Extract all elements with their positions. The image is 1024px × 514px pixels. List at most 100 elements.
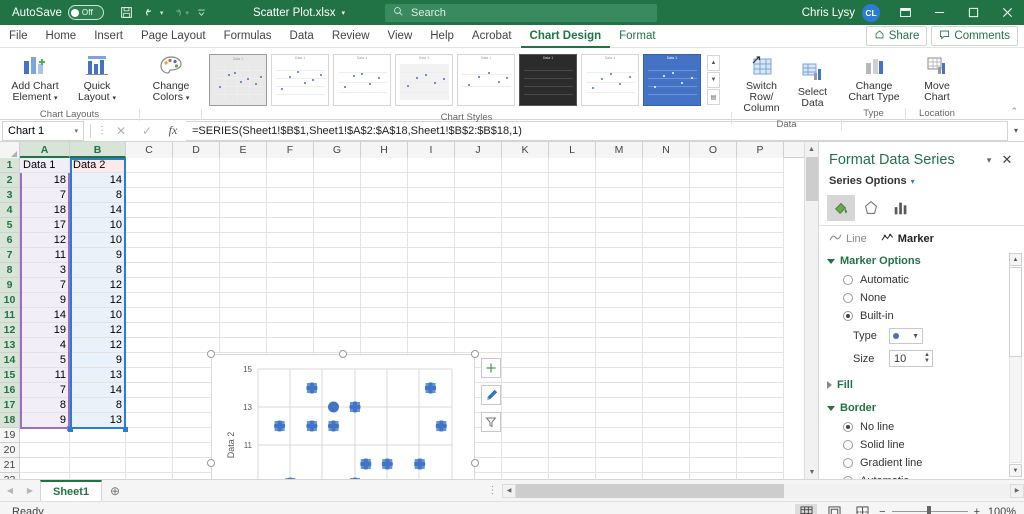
cell-b4[interactable]: 14 bbox=[70, 203, 126, 218]
cell-c15[interactable] bbox=[126, 368, 173, 383]
chart-style-5[interactable]: Data 1 bbox=[457, 54, 515, 106]
cell-e3[interactable] bbox=[220, 188, 267, 203]
cell-b18[interactable]: 13 bbox=[70, 413, 126, 428]
cell-o12[interactable] bbox=[690, 323, 737, 338]
tab-chart-design[interactable]: Chart Design bbox=[520, 25, 611, 48]
cell-p14[interactable] bbox=[737, 353, 784, 368]
cell-g10[interactable] bbox=[314, 293, 361, 308]
cell-g1[interactable] bbox=[314, 158, 361, 173]
cell-a7[interactable]: 11 bbox=[20, 248, 70, 263]
cell-l16[interactable] bbox=[549, 383, 596, 398]
cell-d3[interactable] bbox=[173, 188, 220, 203]
cell-p4[interactable] bbox=[737, 203, 784, 218]
cell-i5[interactable] bbox=[408, 218, 455, 233]
border-option-automatic[interactable]: Automatic bbox=[819, 472, 1024, 479]
column-header-m[interactable]: M bbox=[596, 142, 643, 158]
cell-m14[interactable] bbox=[596, 353, 643, 368]
cell-o5[interactable] bbox=[690, 218, 737, 233]
row-header-11[interactable]: 11 bbox=[0, 308, 20, 323]
cell-a21[interactable] bbox=[20, 458, 70, 473]
row-header-2[interactable]: 2 bbox=[0, 173, 20, 188]
user-name[interactable]: Chris Lysy bbox=[802, 7, 855, 19]
cell-n20[interactable] bbox=[643, 443, 690, 458]
cell-n13[interactable] bbox=[643, 338, 690, 353]
redo-dropdown-icon[interactable]: ▾ bbox=[185, 9, 189, 17]
task-pane-scrollbar[interactable]: ▲ ▼ bbox=[1009, 253, 1022, 477]
change-colors-button[interactable]: Change Colors ▾ bbox=[144, 50, 198, 107]
zoom-slider[interactable]: − + bbox=[879, 506, 980, 514]
cell-f9[interactable] bbox=[267, 278, 314, 293]
zoom-level[interactable]: 100% bbox=[986, 506, 1016, 514]
chart-style-4[interactable]: Data 1 bbox=[395, 54, 453, 106]
cell-k10[interactable] bbox=[502, 293, 549, 308]
cell-m2[interactable] bbox=[596, 173, 643, 188]
cell-n9[interactable] bbox=[643, 278, 690, 293]
column-header-c[interactable]: C bbox=[126, 142, 173, 158]
cell-a13[interactable]: 4 bbox=[20, 338, 70, 353]
minimize-button[interactable] bbox=[922, 0, 956, 25]
cell-f4[interactable] bbox=[267, 203, 314, 218]
tab-review[interactable]: Review bbox=[323, 25, 379, 48]
cell-c4[interactable] bbox=[126, 203, 173, 218]
cell-c20[interactable] bbox=[126, 443, 173, 458]
cell-b17[interactable]: 8 bbox=[70, 398, 126, 413]
zoom-in-button[interactable]: + bbox=[974, 506, 980, 514]
cell-h11[interactable] bbox=[361, 308, 408, 323]
close-button[interactable] bbox=[990, 0, 1024, 25]
cell-o10[interactable] bbox=[690, 293, 737, 308]
add-chart-element-button[interactable]: Add Chart Element ▾ bbox=[4, 50, 66, 107]
cell-e8[interactable] bbox=[220, 263, 267, 278]
cell-j2[interactable] bbox=[455, 173, 502, 188]
cell-l12[interactable] bbox=[549, 323, 596, 338]
gallery-scroll-down-icon[interactable]: ▼ bbox=[707, 72, 720, 88]
cell-n15[interactable] bbox=[643, 368, 690, 383]
cell-h9[interactable] bbox=[361, 278, 408, 293]
cell-h3[interactable] bbox=[361, 188, 408, 203]
cell-o7[interactable] bbox=[690, 248, 737, 263]
cell-j13[interactable] bbox=[455, 338, 502, 353]
cell-m12[interactable] bbox=[596, 323, 643, 338]
column-header-f[interactable]: F bbox=[267, 142, 314, 158]
cell-g2[interactable] bbox=[314, 173, 361, 188]
cell-k21[interactable] bbox=[502, 458, 549, 473]
cell-m17[interactable] bbox=[596, 398, 643, 413]
chart-styles-brush-icon[interactable] bbox=[481, 385, 501, 405]
chart-resize-handle-tr[interactable] bbox=[471, 350, 479, 358]
tab-file[interactable]: File bbox=[0, 25, 37, 48]
cell-a19[interactable] bbox=[20, 428, 70, 443]
horizontal-scrollbar-thumb[interactable] bbox=[516, 483, 784, 498]
chart-elements-plus-icon[interactable] bbox=[481, 358, 501, 378]
tab-home[interactable]: Home bbox=[37, 25, 86, 48]
cell-n18[interactable] bbox=[643, 413, 690, 428]
cell-o2[interactable] bbox=[690, 173, 737, 188]
cell-n11[interactable] bbox=[643, 308, 690, 323]
cell-j11[interactable] bbox=[455, 308, 502, 323]
cell-i4[interactable] bbox=[408, 203, 455, 218]
autosave-control[interactable]: AutoSave Off bbox=[12, 5, 104, 20]
row-header-16[interactable]: 16 bbox=[0, 383, 20, 398]
series-options-chevron-down-icon[interactable]: ▾ bbox=[911, 177, 915, 186]
radio-none[interactable] bbox=[843, 293, 853, 303]
cell-d1[interactable] bbox=[173, 158, 220, 173]
cell-p18[interactable] bbox=[737, 413, 784, 428]
cell-j8[interactable] bbox=[455, 263, 502, 278]
switch-row-column-button[interactable]: Switch Row/ Column bbox=[736, 50, 787, 117]
cell-m13[interactable] bbox=[596, 338, 643, 353]
column-header-n[interactable]: N bbox=[643, 142, 690, 158]
cell-k3[interactable] bbox=[502, 188, 549, 203]
cell-g9[interactable] bbox=[314, 278, 361, 293]
cell-d8[interactable] bbox=[173, 263, 220, 278]
horizontal-scrollbar[interactable] bbox=[516, 483, 1010, 498]
cell-i3[interactable] bbox=[408, 188, 455, 203]
cell-o3[interactable] bbox=[690, 188, 737, 203]
cell-b13[interactable]: 12 bbox=[70, 338, 126, 353]
cell-h7[interactable] bbox=[361, 248, 408, 263]
chart-resize-handle-ml[interactable] bbox=[207, 459, 215, 467]
scroll-left-icon[interactable]: ◀ bbox=[502, 483, 516, 498]
cell-d7[interactable] bbox=[173, 248, 220, 263]
cell-g12[interactable] bbox=[314, 323, 361, 338]
cell-l20[interactable] bbox=[549, 443, 596, 458]
cell-i13[interactable] bbox=[408, 338, 455, 353]
cell-h1[interactable] bbox=[361, 158, 408, 173]
cell-m8[interactable] bbox=[596, 263, 643, 278]
